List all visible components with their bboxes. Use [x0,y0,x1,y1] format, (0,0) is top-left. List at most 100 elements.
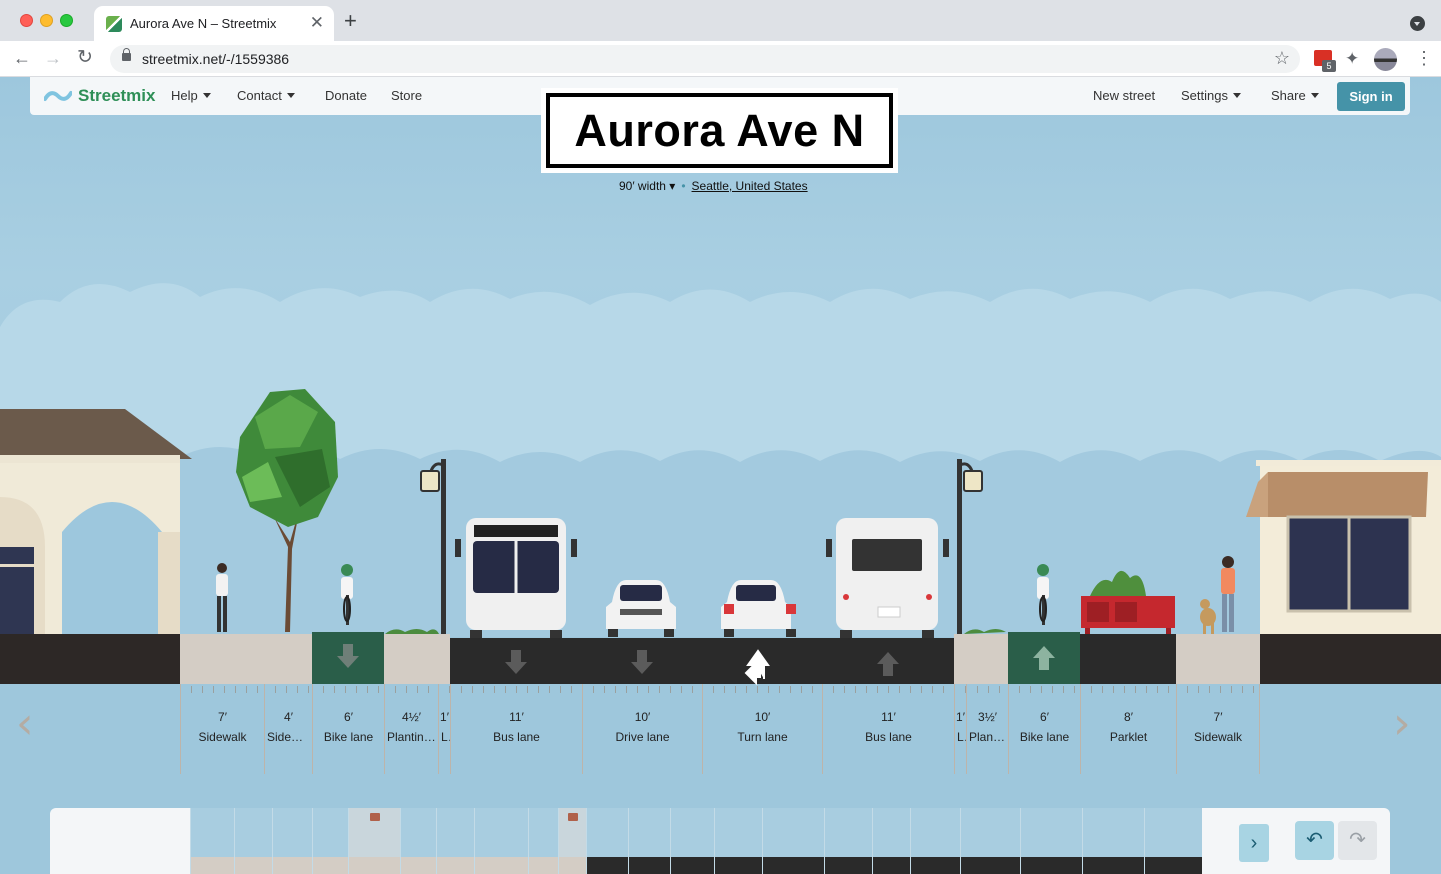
segment-ruler [823,686,954,693]
palette-item-bike-share[interactable] [586,808,628,874]
address-bar[interactable]: streetmix.net/-/1559386 ☆ [110,45,1300,73]
redo-button[interactable]: ↷ [1338,821,1377,860]
palette-item-sidewalk-wayfinding-locked[interactable] [348,808,400,874]
palette-item-bike-rack[interactable] [714,808,762,874]
palette-ground [235,857,272,874]
segment-width[interactable]: 3½′ [967,710,1008,724]
segment-name: Drive lane [615,730,670,744]
chevron-down-icon [1232,93,1241,98]
street-width: 90′ width [619,179,666,193]
palette-item-sidewalk[interactable] [190,808,234,874]
undo-button[interactable]: ↶ [1295,821,1334,860]
street-name-sign[interactable]: Aurora Ave N [541,88,898,173]
segment-info[interactable]: 7′ Sidewalk [1176,684,1260,774]
palette-item-turn-lane[interactable] [1020,808,1082,874]
segment-width[interactable]: 6′ [1009,710,1080,724]
reload-button[interactable]: ↻ [77,47,93,69]
new-street-link[interactable]: New street [1093,88,1155,103]
streetmix-logo-icon[interactable] [44,89,72,103]
browser-tab[interactable]: Aurora Ave N – Streetmix ✕ [94,6,334,41]
streetmix-logo[interactable]: Streetmix [78,86,155,106]
help-menu[interactable]: Help [171,88,211,103]
segment-info[interactable]: 10′ Turn lane [702,684,822,774]
tab-close-icon[interactable]: ✕ [310,13,324,33]
segment-info[interactable]: 11′ Bus lane [822,684,954,774]
palette-item-sidewalk-ad[interactable] [400,808,436,874]
segment-width[interactable]: 11′ [823,710,954,724]
segment-info[interactable]: 4½′ Planting strip [384,684,438,774]
segment-name: Parklet [1109,730,1148,744]
chevron-down-icon [1310,93,1319,98]
separator-dot: • [681,179,686,193]
street-width-selector[interactable]: 90′ width ▾ [619,179,675,193]
palette-ground [437,857,474,874]
street-name[interactable]: Aurora Ave N [546,93,893,168]
scroll-right-arrow-icon[interactable]: › [1393,702,1411,746]
palette-item-sidewalk-bike-rack[interactable] [272,808,312,874]
forward-button[interactable]: → [44,47,62,69]
contact-menu[interactable]: Contact [237,88,295,103]
palette-item-planting-strip[interactable] [528,808,558,874]
palette-item-bus-lane-food-truck[interactable] [762,808,824,874]
close-window-button[interactable] [20,14,33,27]
palette-item-taxi-drive[interactable] [824,808,872,874]
segment-info[interactable]: 1′ Lamp [954,684,966,774]
palette-ground [313,857,348,874]
palette-item-parklet[interactable] [474,808,528,874]
segment-name: Planting strip [969,730,1008,744]
segment-ruler [955,686,966,693]
palette-item-sidewalk-tree[interactable] [234,808,272,874]
extensions-puzzle-icon[interactable]: ✦ [1345,49,1359,69]
sign-in-button[interactable]: Sign in [1337,82,1405,111]
segment-info[interactable]: 4′ Sidewalk [264,684,312,774]
segment-width[interactable]: 1′ [955,710,966,724]
palette-item-bus-lane[interactable] [1082,808,1144,874]
segment-info[interactable]: 1′ Lamp [438,684,450,774]
segment-info[interactable]: 10′ Drive lane [582,684,702,774]
segment-info[interactable]: 6′ Bike lane [1008,684,1080,774]
palette-item-bike-lane[interactable] [670,808,714,874]
donate-link[interactable]: Donate [325,88,367,103]
palette-item-sidewalk-lamp[interactable] [436,808,474,874]
segment-width[interactable]: 1′ [439,710,450,724]
segment-info[interactable]: 7′ Sidewalk [180,684,264,774]
palette-item-drive-lane-2[interactable] [960,808,1020,874]
profile-avatar[interactable] [1374,48,1397,71]
segment-width[interactable]: 11′ [451,710,582,724]
palette-item-sidewalk-bench[interactable] [312,808,348,874]
palette-item-divider-locked[interactable] [558,808,586,874]
segment-width[interactable]: 10′ [583,710,702,724]
street-location-link[interactable]: Seattle, United States [692,179,808,193]
segment-info[interactable]: 3½′ Planting strip [966,684,1008,774]
street-metadata: 90′ width ▾ • Seattle, United States [619,179,808,193]
settings-menu[interactable]: Settings [1181,88,1241,103]
segment-width[interactable]: 4′ [265,710,312,724]
store-link[interactable]: Store [391,88,422,103]
segment-width[interactable]: 6′ [313,710,384,724]
segment-width[interactable]: 4½′ [385,710,438,724]
segment-width[interactable]: 7′ [1177,710,1259,724]
bookmark-star-icon[interactable]: ☆ [1274,48,1290,69]
segment-info[interactable]: 11′ Bus lane [450,684,582,774]
palette-item-parking-meter[interactable] [872,808,910,874]
minimize-window-button[interactable] [40,14,53,27]
back-button[interactable]: ← [13,47,31,69]
palette-item-scooter[interactable] [628,808,670,874]
tab-search-icon[interactable] [1410,16,1425,31]
maximize-window-button[interactable] [60,14,73,27]
browser-menu-icon[interactable]: ⋮ [1415,48,1433,68]
palette-item-streetcar[interactable] [1144,808,1202,874]
segment-width[interactable]: 7′ [181,710,264,724]
segment-info[interactable]: 8′ Parklet [1080,684,1176,774]
segment-width[interactable]: 8′ [1081,710,1176,724]
segment-info[interactable]: 6′ Bike lane [312,684,384,774]
segment-name: Bike lane [323,730,374,744]
segment-width[interactable]: 10′ [703,710,822,724]
new-tab-button[interactable]: + [344,9,357,33]
share-menu[interactable]: Share [1271,88,1319,103]
segment-ruler [967,686,1008,693]
palette-item-drive-lane[interactable] [910,808,960,874]
scroll-left-arrow-icon[interactable]: ‹ [16,702,34,746]
palette-scroll-right-button[interactable]: › [1239,824,1269,862]
segment-ruler [703,686,822,693]
